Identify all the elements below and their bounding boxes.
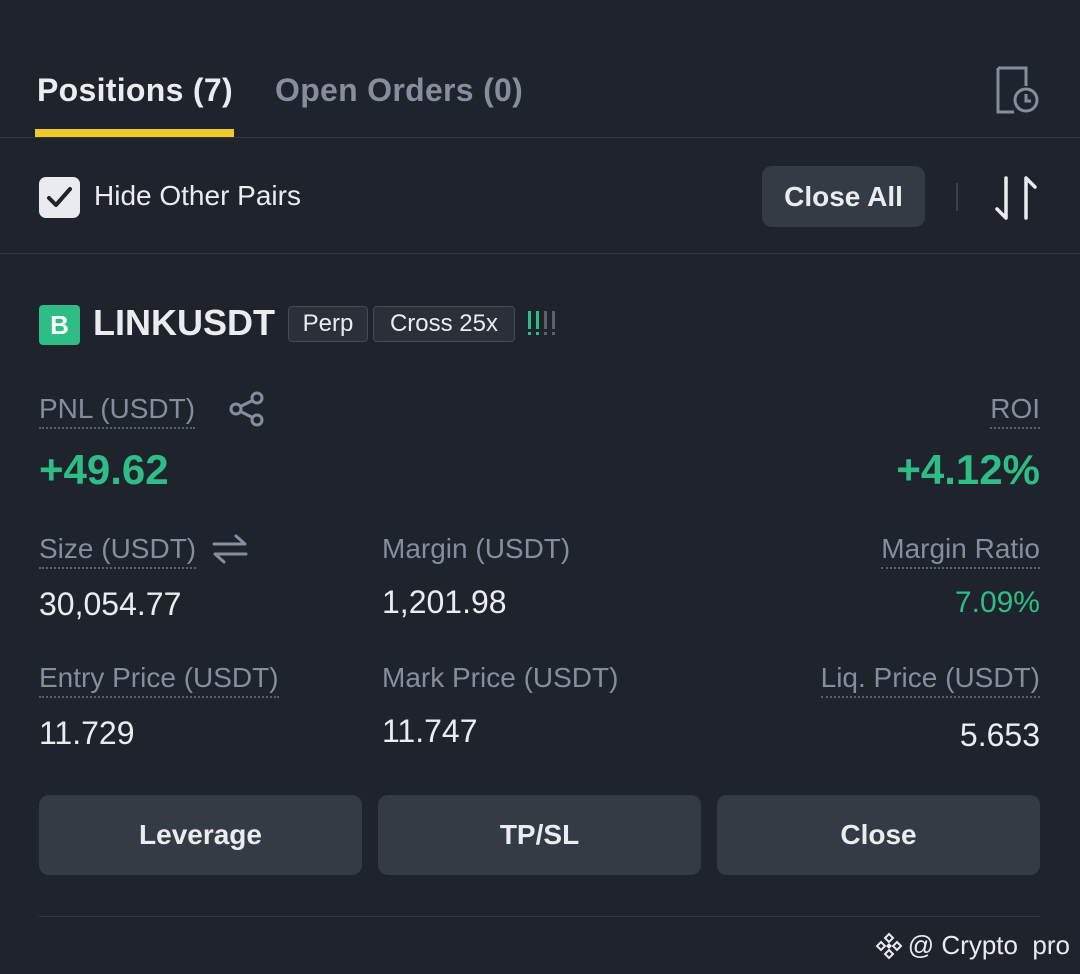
binance-logo-icon — [875, 932, 903, 959]
card-divider — [39, 916, 1040, 917]
tab-positions[interactable]: Positions (7) — [37, 72, 233, 109]
side-badge: B — [39, 305, 80, 345]
pnl-label[interactable]: PNL (USDT) — [39, 393, 196, 429]
watermark-text: @ Crypto pro — [907, 930, 1070, 960]
roi-value: +4.12% — [896, 446, 1040, 493]
tpsl-button[interactable]: TP/SL — [378, 795, 701, 875]
mark-price-label: Mark Price (USDT) — [382, 662, 619, 693]
hide-other-pairs-checkbox[interactable] — [39, 177, 80, 218]
mark-price-value: 11.747 — [382, 713, 478, 749]
share-icon[interactable] — [228, 390, 266, 428]
close-position-button[interactable]: Close — [717, 795, 1040, 875]
adl-indicator-bars-icon[interactable] — [526, 309, 556, 337]
swap-arrows-icon[interactable] — [212, 533, 248, 565]
close-all-button[interactable]: Close All — [762, 166, 925, 227]
tab-open-orders[interactable]: Open Orders (0) — [275, 72, 523, 109]
tab-bar: Positions (7) Open Orders (0) — [0, 0, 1080, 138]
entry-price-label[interactable]: Entry Price (USDT) — [39, 662, 279, 698]
size-value: 30,054.77 — [39, 586, 182, 622]
active-tab-indicator — [35, 129, 234, 137]
order-history-icon[interactable] — [990, 64, 1042, 116]
position-symbol[interactable]: LINKUSDT — [93, 302, 275, 344]
margin-value: 1,201.98 — [382, 584, 507, 620]
hide-other-pairs-label[interactable]: Hide Other Pairs — [94, 180, 301, 212]
contract-type-tag: Perp — [288, 306, 368, 342]
positions-toolbar: Hide Other Pairs Close All — [0, 138, 1080, 254]
liq-price-label[interactable]: Liq. Price (USDT) — [820, 662, 1040, 698]
margin-label: Margin (USDT) — [382, 533, 571, 564]
liq-price-value: 5.653 — [959, 717, 1040, 753]
checkmark-icon — [47, 187, 72, 207]
roi-label[interactable]: ROI — [990, 393, 1040, 429]
leverage-button[interactable]: Leverage — [39, 795, 362, 875]
entry-price-value: 11.729 — [39, 715, 135, 751]
sort-arrows-icon[interactable] — [992, 174, 1040, 222]
margin-ratio-label[interactable]: Margin Ratio — [881, 533, 1040, 569]
toolbar-divider — [956, 183, 958, 211]
margin-mode-tag[interactable]: Cross 25x — [373, 306, 515, 342]
size-label[interactable]: Size (USDT) — [39, 533, 197, 569]
pnl-value: +49.62 — [39, 446, 169, 493]
margin-ratio-value: 7.09% — [954, 586, 1040, 619]
watermark: @ Crypto pro — [874, 930, 1070, 961]
